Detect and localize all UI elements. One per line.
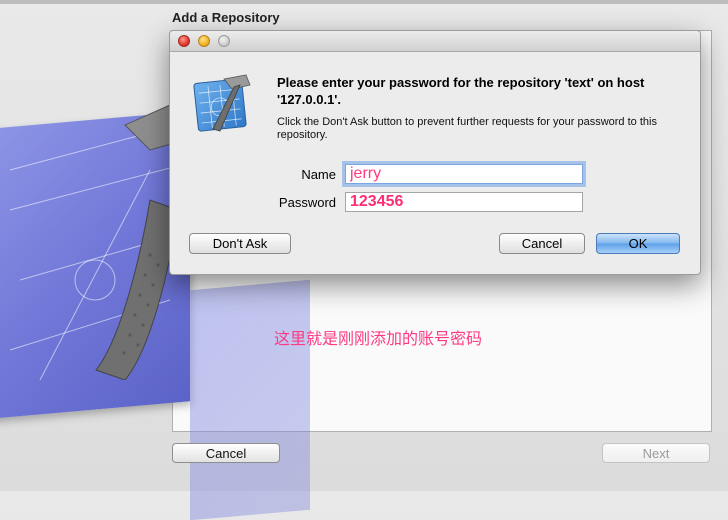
dialog-message-subtitle: Click the Don't Ask button to prevent fu… — [277, 116, 657, 141]
ok-button[interactable]: OK — [596, 233, 680, 254]
password-label: Password — [278, 195, 336, 210]
annotation-text: 这里就是刚刚添加的账号密码 — [274, 329, 483, 348]
window-top-strip — [0, 0, 728, 4]
hammer-blueprint-icon — [0, 104, 310, 520]
password-field[interactable] — [345, 192, 583, 212]
dialog-message-title: Please enter your password for the repos… — [277, 75, 645, 107]
name-label: Name — [301, 167, 336, 182]
sheet-next-button[interactable]: Next — [602, 443, 710, 463]
xcode-app-icon — [193, 74, 251, 132]
minimize-icon[interactable] — [198, 35, 210, 47]
password-dialog: Please enter your password for the repos… — [169, 30, 701, 275]
dont-ask-button[interactable]: Don't Ask — [189, 233, 291, 254]
dialog-titlebar — [170, 31, 700, 52]
zoom-icon[interactable] — [218, 35, 230, 47]
sheet-title: Add a Repository — [172, 10, 280, 25]
dialog-cancel-button[interactable]: Cancel — [499, 233, 585, 254]
sheet-cancel-button[interactable]: Cancel — [172, 443, 280, 463]
name-field[interactable] — [345, 164, 583, 184]
close-icon[interactable] — [178, 35, 190, 47]
